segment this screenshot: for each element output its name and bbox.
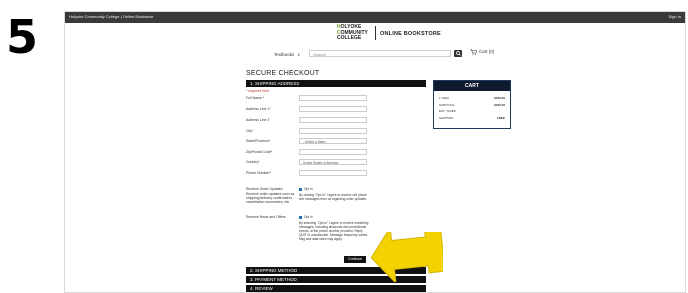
sign-in-link[interactable]: Sign In: [669, 14, 681, 19]
cart-icon: [470, 49, 478, 55]
order-updates-terms: By clicking "Opt-in" I agree to receive …: [299, 193, 367, 201]
checkbox-icon: [299, 215, 302, 219]
checkbox-icon: [299, 187, 302, 191]
section-shipping-address[interactable]: 1. SHIPPING ADDRESS: [246, 80, 426, 87]
news-offers-label: Receive News and Offers: [246, 215, 286, 219]
zip-field[interactable]: [299, 149, 367, 155]
logo-divider: [375, 26, 376, 40]
address2-field[interactable]: [299, 117, 367, 123]
city-label: City*: [246, 129, 254, 133]
zip-label: Zip/Postal Code*: [246, 150, 273, 154]
phone-field[interactable]: [299, 170, 367, 176]
address1-label: Address Line 1*: [246, 107, 271, 111]
cart-row-taxes: EST. TAXES: [439, 109, 456, 113]
college-logo[interactable]: HOLYOKE COMMUNITY COLLEGE: [337, 24, 368, 42]
phone-label: Phone Number*: [246, 171, 271, 175]
country-select[interactable]: United States of America ⌄: [299, 159, 367, 165]
continue-button[interactable]: Continue: [344, 256, 366, 263]
order-updates-label: Receive Order Updates: [246, 187, 283, 191]
textbooks-label: Textbooks: [274, 52, 295, 57]
cart-link[interactable]: Cart (0): [470, 49, 494, 55]
address2-label: Address Line 2: [246, 118, 270, 122]
cart-summary: CART 1 ITEM $469.99 SUBTOTAL $469.99 EST. …: [433, 80, 511, 129]
state-label: State/Province*: [246, 139, 271, 143]
search-input[interactable]: Search: [309, 50, 451, 57]
full-name-label: Full Name *: [246, 96, 265, 100]
required-note: * required field: [246, 89, 269, 93]
country-label: Country*: [246, 160, 260, 164]
address1-field[interactable]: [299, 106, 367, 112]
state-select-value: --Select a State--: [303, 139, 328, 144]
full-name-field[interactable]: [299, 95, 367, 101]
city-field[interactable]: [299, 128, 367, 134]
state-select[interactable]: --Select a State-- ⌄: [299, 138, 367, 144]
search-placeholder: Search: [313, 51, 326, 57]
cart-title: CART: [434, 81, 510, 91]
top-bar-left-text: Holyoke Community College | Online Books…: [69, 14, 154, 19]
cart-link-label: Cart (0): [479, 49, 495, 55]
order-updates-checkbox[interactable]: Opt in: [299, 187, 313, 191]
news-offers-terms: By selecting "Opt-in" I agree to receive…: [299, 221, 369, 241]
arrow-pointer-icon: [371, 232, 443, 282]
cart-row-subtotal: SUBTOTAL $469.99: [439, 103, 505, 107]
textbooks-menu[interactable]: Textbooks ∨: [274, 52, 300, 57]
step-number: 5: [6, 10, 39, 64]
chevron-down-icon: ⌄: [361, 139, 364, 144]
top-bar: Holyoke Community College | Online Books…: [65, 12, 685, 23]
bookstore-page: Holyoke Community College | Online Books…: [64, 11, 686, 293]
cart-row-items: 1 ITEM $469.99: [439, 96, 505, 100]
section-review[interactable]: 4. REVIEW: [246, 285, 426, 292]
chevron-down-icon: ⌄: [361, 160, 364, 165]
chevron-down-icon: ∨: [297, 52, 301, 57]
cart-row-shipping: SHIPPING FREE: [439, 116, 505, 120]
news-offers-checkbox[interactable]: Opt in: [299, 215, 313, 219]
page-title: SECURE CHECKOUT: [246, 70, 320, 77]
order-updates-description: Receive order updates such as shipping/d…: [246, 192, 295, 204]
country-select-value: United States of America: [303, 160, 339, 165]
store-name: ONLINE BOOKSTORE: [380, 31, 441, 37]
search-icon: [455, 51, 461, 56]
search-button[interactable]: [454, 50, 462, 57]
